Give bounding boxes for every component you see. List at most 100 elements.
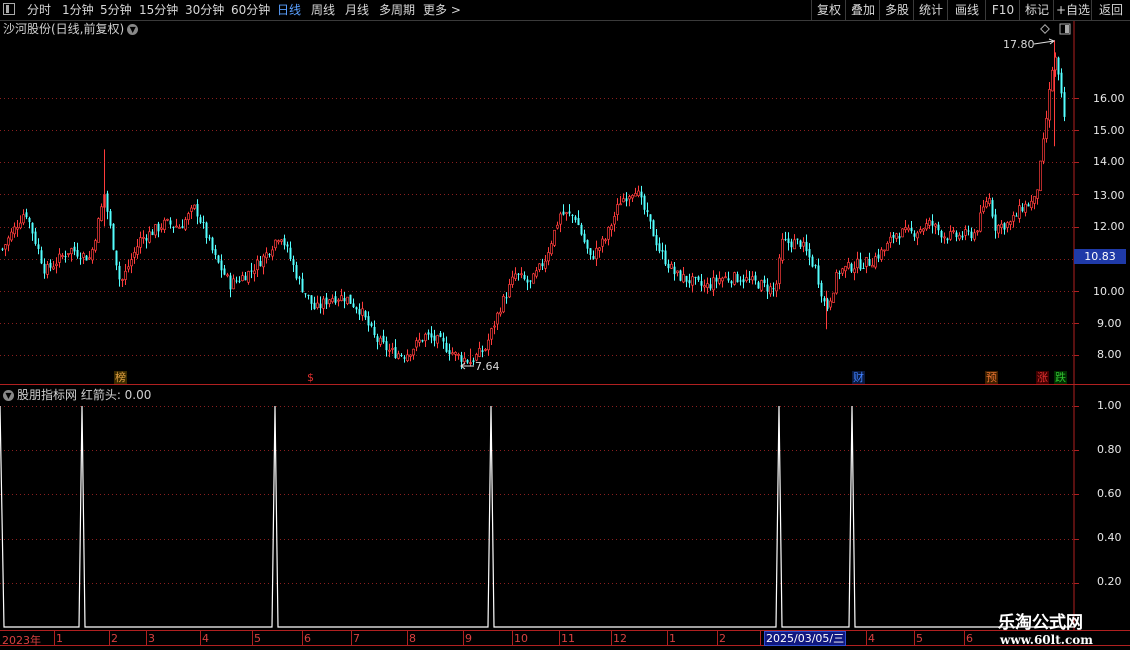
candle-body [466,360,469,363]
candle-body [946,238,949,241]
candle-body [73,246,76,252]
badge-rank[interactable]: 榜 [114,371,127,384]
date-label: 2 [719,632,726,645]
candle-body [685,275,688,282]
candle-body [337,299,340,302]
y-tick-label: 14.00 [1093,155,1125,168]
candle-body [367,316,370,326]
candle-body [106,193,109,212]
candle-body [904,227,907,231]
candle-body [145,238,148,241]
candle-body [514,273,517,279]
candle-body [679,270,682,281]
candle-body [655,235,658,246]
candle-body [589,248,592,255]
candle-body [100,206,103,221]
panel-toggle-icon[interactable] [1059,23,1071,35]
candle-body [238,280,241,282]
candle-body [970,231,973,239]
candle-body [730,281,733,284]
diamond-icon[interactable] [1040,24,1050,34]
badge-dollar[interactable]: $ [306,371,315,384]
candle-body [220,260,223,271]
cursor-date-box: 2025/03/05/三 [764,631,847,646]
candle-body [484,349,487,351]
candle-body [307,294,310,296]
candle-body [991,200,994,217]
indicator-y-tick: 0.80 [1097,443,1122,456]
candle-body [823,298,826,302]
candle-body [880,249,883,260]
candle-body [574,216,577,220]
candle-body [841,268,844,274]
candle-body [298,277,301,279]
candle-body [517,273,520,275]
candle-body [391,348,394,350]
candle-body [166,218,169,221]
candle-body [193,204,196,209]
badge-finance[interactable]: 财 [852,371,865,384]
date-label: 12 [613,632,627,645]
candle-body [1042,138,1045,162]
candle-body [1057,57,1060,75]
candle-body [265,252,268,259]
candle-body [376,336,379,342]
candle-body [124,270,127,280]
badge-limit-up[interactable]: 涨 [1036,371,1049,384]
badge-forecast[interactable]: 预 [985,371,998,384]
candle-body [706,283,709,288]
candle-body [115,250,118,266]
candle-body [112,223,115,250]
indicator-y-tick: 0.20 [1097,575,1122,588]
candle-body [898,236,901,239]
candle-body [436,335,439,344]
candle-body [364,311,367,318]
candle-body [649,214,652,222]
chevron-down-icon[interactable]: ▼ [127,24,139,35]
chart-canvas[interactable] [0,0,1130,650]
candle-body [556,224,559,229]
candle-body [427,332,430,335]
badge-limit-down[interactable]: 跌 [1054,371,1067,384]
indicator-line [0,405,1074,628]
candle-body [4,244,7,250]
candle-body [868,259,871,266]
candle-body [229,275,232,290]
date-label: 5 [254,632,261,645]
candle-body [1045,118,1048,139]
candle-body [1039,160,1042,191]
candle-body [808,249,811,258]
candle-body [712,277,715,291]
candle-body [52,266,55,270]
candle-body [883,249,886,252]
candle-body [64,256,67,258]
date-label: 8 [409,632,416,645]
y-tick-label: 10.00 [1093,285,1125,298]
candle-body [583,233,586,243]
candle-body [961,235,964,238]
candle-body [280,239,283,242]
candle-body [139,237,142,248]
candle-body [967,230,970,232]
candle-body [1018,205,1021,219]
candle-body [496,312,499,325]
chevron-down-icon[interactable]: ▼ [3,390,14,401]
candle-body [331,298,334,303]
candle-body [733,272,736,285]
candle-body [244,275,247,281]
candle-body [136,246,139,255]
candle-body [607,227,610,240]
candle-body [253,270,256,274]
candle-body [88,257,91,260]
candle-body [664,250,667,265]
candle-body [925,223,928,230]
candle-body [613,216,616,225]
candle-body [502,295,505,313]
candle-body [82,253,85,258]
date-label: 2 [111,632,118,645]
date-label: 2023年 [2,634,41,647]
candle-body [772,288,775,290]
candle-body [937,224,940,231]
candle-body [595,247,598,260]
candle-body [760,280,763,291]
